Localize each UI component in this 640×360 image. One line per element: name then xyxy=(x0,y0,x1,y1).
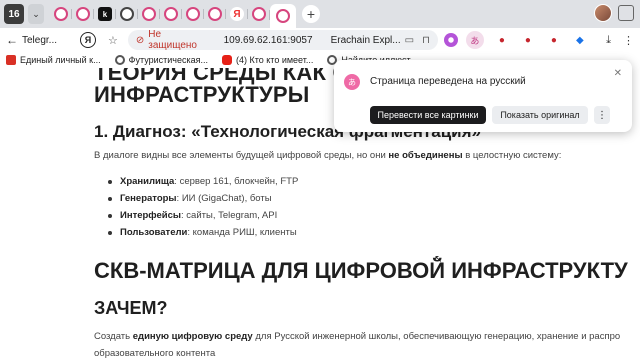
bookmark-star-icon[interactable]: ☆ xyxy=(108,34,118,47)
download-icon[interactable]: ⤓ xyxy=(606,34,611,47)
intro-paragraph: В диалоге видны все элементы будущей циф… xyxy=(94,150,562,161)
site-favicon-icon xyxy=(76,7,90,21)
youtube-icon xyxy=(221,55,232,65)
extension-icon[interactable]: ● xyxy=(494,32,510,48)
list-item: Интерфейсы: сайты, Telegram, API xyxy=(108,210,298,227)
bookmark-label: Единый личный к... xyxy=(20,55,101,65)
why-heading: ЗАЧЕМ? xyxy=(94,298,168,318)
site-favicon-icon xyxy=(142,7,156,21)
tab-3[interactable]: k xyxy=(93,3,116,25)
site-favicon-icon xyxy=(186,7,200,21)
active-tab-title: Telegr... xyxy=(22,34,58,46)
bookmark-favicon-icon xyxy=(6,55,16,65)
more-options-icon[interactable]: ⋮ xyxy=(594,106,610,124)
list-item: Пользователи: команда РИШ, клиенты xyxy=(108,227,298,244)
reader-icon[interactable]: ▭ xyxy=(405,35,414,46)
address-bar[interactable]: ⊘ Не защищено 109.69.62.161:9057 Erachai… xyxy=(127,29,438,51)
tab-8[interactable] xyxy=(203,3,226,25)
translate-popup: あ Страница переведена на русский ✕ Перев… xyxy=(334,60,632,132)
extension-icon[interactable]: ● xyxy=(520,32,536,48)
tab-2[interactable] xyxy=(71,3,94,25)
tabs-menu-chevron-icon[interactable]: ⌄ xyxy=(28,4,44,24)
site-favicon-icon xyxy=(54,7,68,21)
bookmark-item[interactable]: (4) Кто кто имеет... xyxy=(221,55,314,65)
warning-icon[interactable]: ⊘ xyxy=(136,35,144,46)
popup-title: Страница переведена на русский xyxy=(370,76,526,87)
matrix-heading: СКВ-МАТРИЦА ДЛЯ ЦИФРОВОЙ ИНФРАСТРУКТУ xyxy=(94,258,628,283)
site-favicon-icon xyxy=(276,9,290,23)
page-title-line-2: ИНФРАСТРУКТУРЫ xyxy=(94,82,310,107)
tab-active[interactable] xyxy=(269,4,296,28)
dark-app-icon: k xyxy=(98,7,112,21)
extension-icon[interactable]: ◆ xyxy=(572,32,588,48)
tab-strip: 16 ⌄ k Я + xyxy=(0,0,640,28)
site-title: Erachain Expl... xyxy=(330,34,401,46)
profile-avatar[interactable] xyxy=(594,4,612,22)
tab-5[interactable] xyxy=(137,3,160,25)
close-icon[interactable]: ✕ xyxy=(614,68,622,79)
translate-icon: あ xyxy=(344,74,360,90)
window-control-icon[interactable] xyxy=(618,5,634,21)
site-favicon-icon xyxy=(208,7,222,21)
alice-assistant-icon[interactable] xyxy=(443,33,458,47)
bookmark-label: Футуристическая... xyxy=(128,55,208,65)
tab-7[interactable] xyxy=(181,3,204,25)
browser-toolbar: ← Telegr... Я ☆ ⊘ Не защищено 109.69.62.… xyxy=(0,28,640,52)
insecure-label[interactable]: Не защищено xyxy=(148,29,205,51)
bookmark-item[interactable]: Единый личный к... xyxy=(6,55,101,65)
translate-icon[interactable]: あ xyxy=(465,31,484,49)
bookmark-favicon-icon xyxy=(114,55,125,65)
back-arrow-icon[interactable]: ← xyxy=(4,33,20,47)
extension-icon[interactable]: ● xyxy=(546,32,562,48)
yandex-button-icon[interactable]: Я xyxy=(80,32,96,48)
site-favicon-icon xyxy=(252,7,266,21)
elements-list: Хранилища: сервер 161, блокчейн, FTP Ген… xyxy=(108,176,298,244)
mouse-cursor-icon: ↖ xyxy=(434,254,443,265)
tab-counter[interactable]: 16 xyxy=(4,4,24,24)
url-text[interactable]: 109.69.62.161:9057 xyxy=(224,35,313,46)
list-item: Генераторы: ИИ (GigaChat), боты xyxy=(108,193,298,210)
bookmark-label: (4) Кто кто имеет... xyxy=(235,55,314,65)
bookmark-item[interactable]: Футуристическая... xyxy=(114,55,208,65)
menu-icon[interactable]: ⋮ xyxy=(623,34,634,47)
why-paragraph: Создать единую цифровую среду для Русско… xyxy=(94,331,621,359)
site-favicon-icon xyxy=(164,7,178,21)
translate-images-button[interactable]: Перевести все картинки xyxy=(370,106,486,124)
new-tab-button[interactable]: + xyxy=(302,5,320,23)
tab-9[interactable]: Я xyxy=(225,3,248,25)
bookmark-icon[interactable]: ⊓ xyxy=(422,35,430,46)
tab-6[interactable] xyxy=(159,3,182,25)
tab-10[interactable] xyxy=(247,3,270,25)
list-item: Хранилища: сервер 161, блокчейн, FTP xyxy=(108,176,298,193)
show-original-button[interactable]: Показать оригинал xyxy=(492,106,588,124)
tab-4[interactable] xyxy=(115,3,138,25)
tab-1[interactable] xyxy=(50,3,72,25)
yandex-icon: Я xyxy=(230,7,244,21)
clock-icon xyxy=(120,7,134,21)
